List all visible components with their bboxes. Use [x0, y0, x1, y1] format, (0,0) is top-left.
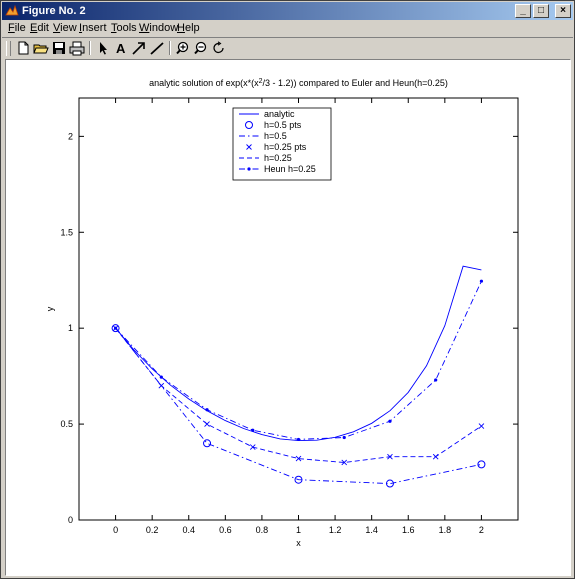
line-insert-icon[interactable] — [148, 40, 166, 56]
series-marker-5 — [159, 375, 163, 379]
legend-label: analytic — [264, 109, 295, 119]
x-tick-label: 0.6 — [219, 525, 232, 535]
toolbar-grip[interactable] — [6, 41, 11, 56]
series-marker-5 — [296, 437, 301, 442]
arrow-insert-icon[interactable] — [130, 40, 148, 56]
menu-view[interactable]: View — [53, 22, 77, 35]
menu-window[interactable]: Window — [139, 22, 178, 35]
chart-title: analytic solution of exp(x*(x2/3 - 1.2))… — [149, 78, 448, 88]
menu-edit-rest: dit — [37, 22, 49, 34]
menu-insert-rest: nsert — [82, 22, 107, 34]
maximize-button[interactable]: □ — [533, 4, 549, 18]
x-tick-label: 2 — [479, 525, 484, 535]
save-icon[interactable] — [50, 40, 68, 56]
menu-help[interactable]: Help — [177, 22, 200, 35]
menu-file[interactable]: File — [8, 22, 26, 35]
figure-window: Figure No. 2 _ □ × File Edit View Insert… — [0, 0, 575, 579]
close-button[interactable]: × — [555, 4, 571, 18]
y-tick-label: 0.5 — [60, 419, 73, 429]
legend-label: h=0.25 — [264, 153, 292, 163]
plot-svg: 0 0.2 0.4 0.6 0.8 1 1.2 1.4 1.6 1.8 2 0 0.5 1 1.5 2 anal… — [45, 78, 519, 548]
menu-window-rest: indow — [149, 22, 179, 34]
figure-canvas[interactable]: 0 0.2 0.4 0.6 0.8 1 1.2 1.4 1.6 1.8 2 0 0.5 1 1.5 2 anal… — [5, 59, 571, 576]
x-tick-label: 0.2 — [146, 525, 159, 535]
toolbar-separator — [89, 41, 91, 55]
window-title: Figure No. 2 — [22, 5, 86, 17]
x-tick-label: 1 — [296, 525, 301, 535]
legend-label: Heun h=0.25 — [264, 164, 316, 174]
menu-tools[interactable]: Tools — [111, 22, 137, 35]
legend-label: h=0.5 — [264, 131, 287, 141]
text-insert-icon[interactable]: A — [112, 40, 130, 56]
series-marker-5 — [388, 419, 392, 423]
x-tick-label: 1.6 — [402, 525, 415, 535]
x-tick-label: 0.4 — [182, 525, 195, 535]
zoom-in-icon[interactable] — [174, 40, 192, 56]
x-tick-label: 1.8 — [439, 525, 452, 535]
y-tick-label: 2 — [68, 131, 73, 141]
y-axis-label: y — [45, 306, 55, 311]
series-marker-5 — [113, 326, 118, 330]
x-tick-label: 1.4 — [365, 525, 378, 535]
x-tick-label: 0 — [113, 525, 118, 535]
arrow-select-icon[interactable] — [94, 40, 112, 56]
x-axis-label: x — [296, 538, 301, 548]
series-marker-5 — [479, 279, 484, 283]
menu-tools-rest: ools — [116, 22, 137, 34]
series-marker-5 — [205, 408, 209, 412]
menu-help-rest: elp — [184, 22, 200, 34]
menu-bar: File Edit View Insert Tools Window Help — [2, 20, 573, 37]
new-file-icon[interactable] — [14, 40, 32, 56]
menu-insert[interactable]: Insert — [79, 22, 107, 35]
y-tick-label: 0 — [68, 515, 73, 525]
legend-label: h=0.25 pts — [264, 142, 307, 152]
open-folder-icon[interactable] — [32, 40, 50, 56]
title-bar[interactable]: Figure No. 2 _ □ × — [2, 2, 573, 20]
matlab-logo-icon — [5, 4, 19, 16]
y-tick-label: 1 — [68, 323, 73, 333]
y-tick-label: 1.5 — [60, 227, 73, 237]
series-marker-5 — [434, 378, 438, 382]
print-icon[interactable] — [68, 40, 86, 56]
legend-marker — [247, 167, 251, 171]
minimize-button[interactable]: _ — [515, 4, 531, 18]
zoom-out-icon[interactable] — [192, 40, 210, 56]
rotate-3d-icon[interactable] — [210, 40, 228, 56]
legend-label: h=0.5 pts — [264, 120, 302, 130]
menu-view-rest: iew — [60, 22, 77, 34]
toolbar: A — [2, 37, 573, 58]
toolbar-separator — [169, 41, 171, 55]
menu-file-rest: ile — [14, 22, 26, 34]
menu-edit[interactable]: Edit — [30, 22, 49, 35]
svg-text:A: A — [116, 41, 126, 56]
series-marker-5 — [251, 428, 255, 432]
x-tick-label: 1.2 — [329, 525, 342, 535]
series-marker-5 — [342, 435, 346, 440]
x-tick-label: 0.8 — [256, 525, 269, 535]
